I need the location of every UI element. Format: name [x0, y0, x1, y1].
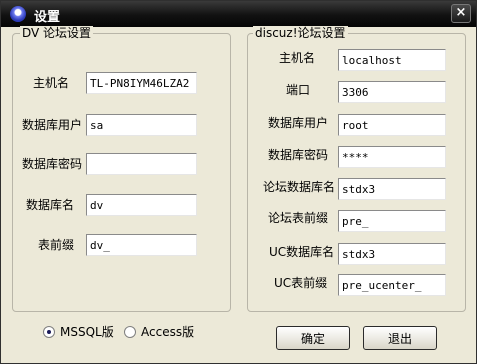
- discuz-host-input[interactable]: [338, 49, 446, 71]
- dv-db-name-label: 数据库名: [26, 198, 75, 212]
- discuz-forum-db-name-label: 论坛数据库名: [263, 180, 336, 194]
- discuz-host-label: 主机名: [279, 51, 316, 65]
- discuz-db-user-label: 数据库用户: [268, 116, 329, 130]
- dv-db-user-input[interactable]: [86, 114, 197, 136]
- discuz-forum-table-prefix-input[interactable]: [338, 210, 446, 232]
- access-radio-label: Access版: [141, 325, 195, 339]
- discuz-db-password-label: 数据库密码: [268, 148, 329, 162]
- dv-host-label: 主机名: [33, 76, 70, 90]
- dv-db-user-label: 数据库用户: [22, 118, 83, 132]
- exit-button[interactable]: 退出: [363, 326, 437, 350]
- dv-db-name-input[interactable]: [86, 194, 197, 216]
- dv-table-prefix-input[interactable]: [86, 234, 197, 256]
- discuz-port-label: 端口: [286, 83, 311, 97]
- window-title: 设置: [34, 10, 61, 25]
- title-bar[interactable]: 设置 ×: [1, 1, 476, 27]
- discuz-port-input[interactable]: [338, 81, 446, 103]
- discuz-forum-table-prefix-label: 论坛表前缀: [268, 211, 329, 225]
- dv-db-password-label: 数据库密码: [22, 157, 83, 171]
- radio-unchecked-icon: [124, 325, 136, 338]
- ok-button[interactable]: 确定: [276, 326, 350, 350]
- settings-window: 设置 × DV 论坛设置 主机名 数据库用户 数据库密码 数据库名 表前缀 di…: [0, 0, 477, 364]
- discuz-group-title: discuz!论坛设置: [253, 26, 348, 40]
- discuz-db-user-input[interactable]: [338, 114, 446, 136]
- dv-db-password-input[interactable]: [86, 153, 197, 175]
- uc-db-name-label: UC数据库名: [269, 245, 335, 259]
- close-button[interactable]: ×: [451, 4, 471, 23]
- discuz-db-password-input[interactable]: [338, 146, 446, 168]
- discuz-settings-group: discuz!论坛设置: [247, 26, 466, 312]
- uc-table-prefix-input[interactable]: [338, 274, 446, 296]
- app-icon: [10, 6, 26, 22]
- radio-checked-icon: [43, 325, 55, 338]
- access-radio[interactable]: Access版: [124, 323, 194, 340]
- dv-table-prefix-label: 表前缀: [38, 238, 75, 252]
- dv-group-title: DV 论坛设置: [20, 26, 94, 40]
- uc-db-name-input[interactable]: [338, 243, 446, 265]
- dv-host-input[interactable]: [86, 72, 197, 94]
- mssql-radio[interactable]: MSSQL版: [43, 323, 114, 340]
- uc-table-prefix-label: UC表前缀: [274, 276, 328, 290]
- mssql-radio-label: MSSQL版: [60, 325, 114, 339]
- discuz-forum-db-name-input[interactable]: [338, 178, 446, 200]
